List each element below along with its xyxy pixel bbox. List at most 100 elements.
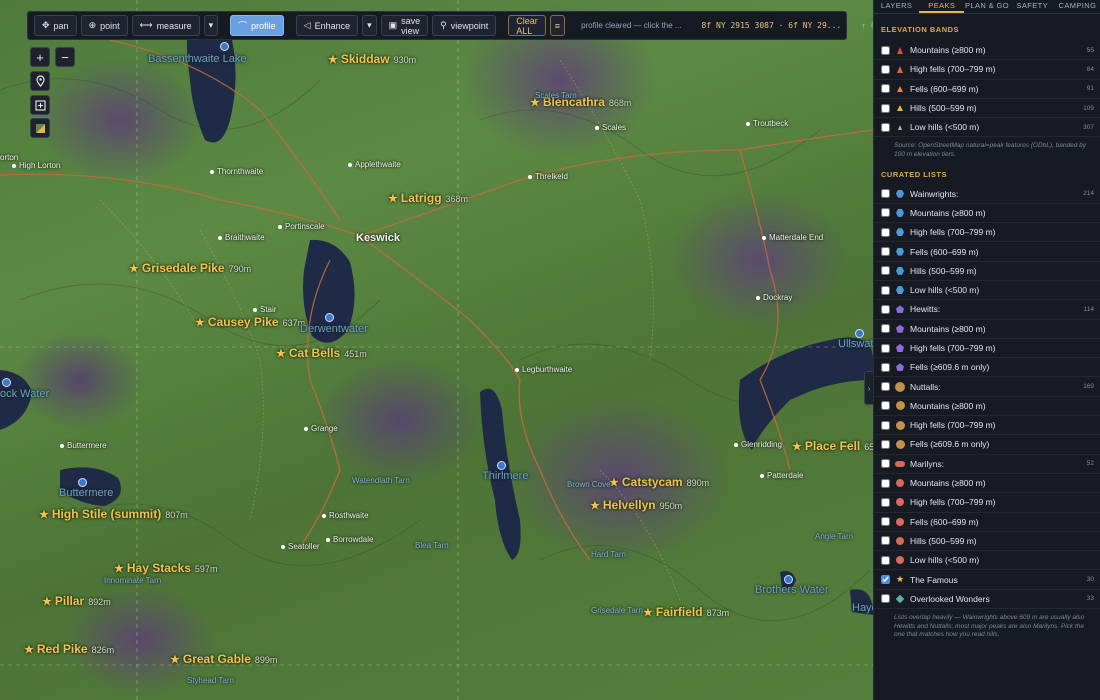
peak-helvellyn[interactable]: ★ Helvellyn 950m: [590, 498, 682, 512]
clear-all-button[interactable]: Clear ALL: [508, 15, 546, 36]
marilyns-sub-row[interactable]: Mountains (≥800 m): [874, 474, 1100, 494]
nuttalls-sub-row[interactable]: High fells (700–799 m): [874, 416, 1100, 436]
list-checkbox[interactable]: [881, 497, 890, 507]
list-row-marilyns[interactable]: Marilyns: 52: [874, 455, 1100, 474]
peak-place-fell[interactable]: ★Place Fell657m: [792, 439, 873, 453]
marilyns-sub-row[interactable]: Low hills (<500 m): [874, 551, 1100, 571]
menu-button[interactable]: ≡: [549, 15, 566, 36]
band-row-hills[interactable]: Hills (500–599 m) 109: [874, 99, 1100, 119]
band-row-low-hills[interactable]: Low hills (<500 m) 307: [874, 118, 1100, 138]
list-checkbox[interactable]: [881, 304, 890, 314]
list-row-the-famous[interactable]: ★ The Famous 30: [874, 570, 1100, 590]
locate-button[interactable]: [30, 71, 50, 91]
save-view-button[interactable]: ▣ save view: [380, 15, 429, 36]
pentagon-icon: [895, 304, 905, 314]
band-checkbox[interactable]: [881, 64, 890, 74]
peak-skiddaw[interactable]: ★ Skiddaw 930m: [328, 52, 416, 66]
wainwrights-sub-row[interactable]: Low hills (<500 m): [874, 281, 1100, 301]
hewitts-sub-row[interactable]: Fells (≥609.6 m only): [874, 358, 1100, 378]
zoom-out-button[interactable]: −: [55, 47, 75, 67]
tab-plan-go[interactable]: PLAN & GO: [964, 0, 1009, 13]
list-checkbox[interactable]: [881, 594, 890, 604]
tab-safety[interactable]: SAFETY: [1010, 0, 1055, 13]
wainwrights-sub-row[interactable]: High fells (700–799 m): [874, 223, 1100, 243]
peak-fairfield[interactable]: ★ Fairfield 873m: [643, 605, 729, 619]
list-checkbox[interactable]: [881, 536, 890, 546]
sidebar-collapse-handle[interactable]: ›: [864, 371, 873, 405]
list-checkbox[interactable]: [881, 555, 890, 565]
band-checkbox[interactable]: [881, 84, 890, 94]
hewitts-sub-row[interactable]: Mountains (≥800 m): [874, 320, 1100, 339]
wainwrights-sub-row[interactable]: Hills (500–599 m): [874, 262, 1100, 281]
band-row-high-fells[interactable]: High fells (700–799 m) 84: [874, 60, 1100, 80]
list-checkbox[interactable]: [881, 420, 890, 430]
list-row-hewitts[interactable]: Hewitts: 114: [874, 300, 1100, 320]
nuttalls-sub-row[interactable]: Fells (≥609.6 m only): [874, 435, 1100, 455]
peak-causey-pike[interactable]: ★ Causey Pike 637m: [195, 315, 305, 329]
list-checkbox[interactable]: [881, 208, 890, 218]
peak-pillar[interactable]: ★ Pillar 892m: [42, 594, 111, 608]
measure-button[interactable]: ⟷ measure: [131, 15, 200, 36]
fit-bounds-button[interactable]: [30, 95, 50, 115]
list-checkbox[interactable]: [881, 343, 890, 353]
circle-icon: [895, 401, 905, 411]
profile-button[interactable]: ⌒ profile: [230, 15, 284, 36]
list-checkbox[interactable]: [881, 478, 890, 488]
peak-great-gable[interactable]: ★ Great Gable 899m: [170, 652, 277, 666]
list-row-nuttalls[interactable]: Nuttalls: 169: [874, 377, 1100, 397]
list-checkbox[interactable]: [881, 517, 890, 527]
list-checkbox[interactable]: [881, 362, 890, 372]
terrain-toggle-button[interactable]: [30, 118, 50, 138]
map-canvas[interactable]: ★ Skiddaw 930m ★ Blencathra 868m ★ Latrigg 368…: [0, 0, 873, 700]
pan-button[interactable]: ✥ pan: [34, 15, 77, 36]
peak-latrigg[interactable]: ★ Latrigg 368m: [388, 191, 468, 205]
list-checkbox[interactable]: [881, 227, 890, 237]
band-checkbox[interactable]: [881, 103, 890, 113]
band-row-fells[interactable]: Fells (600–699 m) 91: [874, 80, 1100, 99]
enhance-options-button[interactable]: ▾: [362, 15, 377, 36]
band-checkbox[interactable]: [881, 122, 890, 132]
star-icon: ★: [24, 644, 34, 656]
marilyns-sub-row[interactable]: Hills (500–599 m): [874, 532, 1100, 552]
measure-options-button[interactable]: ▾: [203, 15, 219, 36]
enhance-button[interactable]: ◁ Enhance: [295, 15, 359, 36]
point-button[interactable]: ⊕ point: [80, 15, 128, 36]
marilyns-sub-row[interactable]: High fells (700–799 m): [874, 493, 1100, 513]
list-checkbox[interactable]: [881, 459, 890, 469]
peak-hay-stacks[interactable]: ★ Hay Stacks 597m: [114, 561, 217, 575]
list-checkbox[interactable]: [881, 575, 890, 585]
peak-red-pike[interactable]: ★ Red Pike 826m: [24, 642, 114, 656]
marilyns-sub-row[interactable]: Fells (600–699 m): [874, 513, 1100, 532]
list-checkbox[interactable]: [881, 266, 890, 276]
list-checkbox[interactable]: [881, 439, 890, 449]
place-grange: Grange: [304, 424, 338, 433]
list-checkbox[interactable]: [881, 324, 890, 334]
peak-high-stile[interactable]: ★ High Stile (summit) 807m: [39, 507, 188, 521]
location-pin-icon: [35, 75, 45, 87]
wainwrights-sub-row[interactable]: Mountains (≥800 m): [874, 204, 1100, 224]
list-row-overlooked-wonders[interactable]: Overlooked Wonders 33: [874, 590, 1100, 610]
wainwrights-sub-row[interactable]: Fells (600–699 m): [874, 242, 1100, 262]
zoom-in-button[interactable]: +: [30, 47, 50, 67]
list-checkbox[interactable]: [881, 247, 890, 257]
water-brothers-water: Brothers Water: [755, 584, 829, 596]
list-checkbox[interactable]: [881, 285, 890, 295]
nuttalls-sub-row[interactable]: Mountains (≥800 m): [874, 397, 1100, 417]
peak-grisedale-pike[interactable]: ★ Grisedale Pike 790m: [129, 261, 251, 275]
viewpoint-button[interactable]: ⚲ viewpoint: [432, 15, 497, 36]
list-checkbox[interactable]: [881, 189, 890, 199]
pentagon-icon: [895, 343, 905, 353]
list-row-wainwrights[interactable]: Wainwrights: 214: [874, 184, 1100, 204]
band-checkbox[interactable]: [881, 45, 890, 55]
band-row-mountains[interactable]: Mountains (≥800 m) 55: [874, 41, 1100, 61]
peak-cat-bells[interactable]: ★ Cat Bells 451m: [276, 346, 367, 360]
tab-peaks[interactable]: PEAKS: [919, 0, 965, 13]
list-checkbox[interactable]: [881, 382, 890, 392]
list-checkbox[interactable]: [881, 401, 890, 411]
tab-layers[interactable]: LAYERS: [874, 0, 919, 13]
hewitts-sub-row[interactable]: High fells (700–799 m): [874, 339, 1100, 359]
chevron-right-icon: ›: [867, 383, 871, 393]
ruler-icon: ⟷: [139, 20, 153, 30]
peak-catstycam[interactable]: ★ Catstycam 890m: [609, 475, 709, 489]
tab-camping[interactable]: CAMPING: [1055, 0, 1100, 13]
